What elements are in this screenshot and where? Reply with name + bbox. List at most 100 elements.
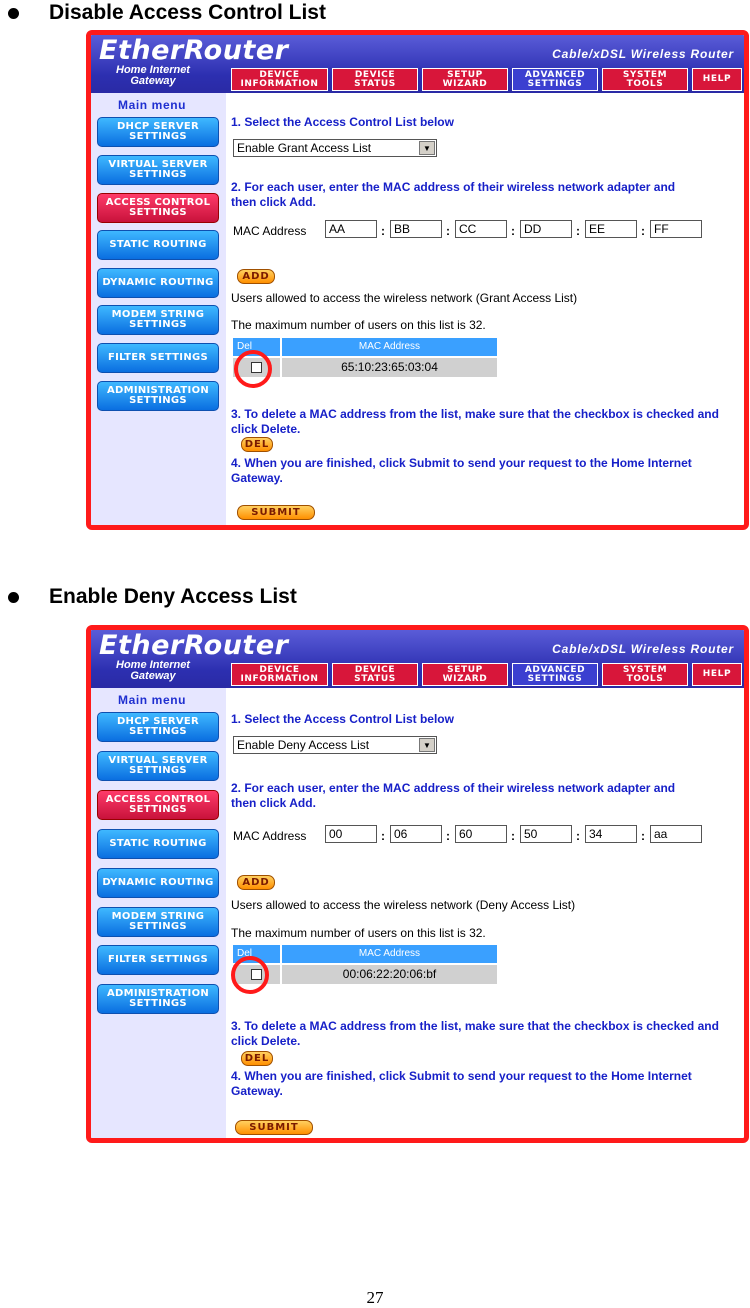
- sidebar-item-static-routing[interactable]: STATIC ROUTING: [97, 829, 219, 859]
- delete-button[interactable]: DEL: [241, 437, 273, 452]
- mac-field-5[interactable]: EE: [585, 220, 637, 238]
- sidebar-item-virtual-server[interactable]: VIRTUAL SERVER SETTINGS: [97, 751, 219, 781]
- step-4-text: 4. When you are finished, click Submit t…: [231, 456, 692, 485]
- sidebar-item-dynamic-routing[interactable]: DYNAMIC ROUTING: [97, 268, 219, 298]
- brand-logo: EtherRouter: [99, 630, 289, 661]
- sidebar-item-filter[interactable]: FILTER SETTINGS: [97, 945, 219, 975]
- sidebar-item-administration[interactable]: ADMINISTRATION SETTINGS: [97, 984, 219, 1014]
- mac-table: Del MAC Address 00:06:22:20:06:bf: [233, 945, 497, 984]
- sidebar-item-administration[interactable]: ADMINISTRATION SETTINGS: [97, 381, 219, 411]
- sidebar-item-access-control[interactable]: ACCESS CONTROL SETTINGS: [97, 790, 219, 820]
- access-list-select[interactable]: Enable Deny Access List ▼: [233, 736, 437, 754]
- chevron-down-icon[interactable]: ▼: [419, 141, 435, 155]
- mac-separator: :: [576, 829, 580, 843]
- nav-device-information[interactable]: DEVICE INFORMATION: [231, 663, 328, 686]
- content-area: 1. Select the Access Control List below …: [231, 688, 744, 1138]
- page-number: 27: [366, 1288, 384, 1307]
- nav-help[interactable]: HELP: [692, 663, 742, 686]
- select-value: Enable Deny Access List: [237, 738, 370, 752]
- mac-field-3[interactable]: CC: [455, 220, 507, 238]
- sidebar-item-modem-string[interactable]: MODEM STRING SETTINGS: [97, 907, 219, 937]
- step-2-text: 2. For each user, enter the MAC address …: [231, 180, 676, 209]
- brand-subtitle: Home Internet Gateway: [116, 64, 190, 87]
- router-screenshot: EtherRouter Home Internet Gateway Cable/…: [86, 625, 749, 1143]
- table-header-mac: MAC Address: [282, 338, 497, 356]
- router-banner: EtherRouter Home Internet Gateway Cable/…: [91, 35, 744, 93]
- sidebar-item-static-routing[interactable]: STATIC ROUTING: [97, 230, 219, 260]
- bullet-icon: [8, 7, 19, 19]
- mac-address-label: MAC Address: [233, 224, 307, 238]
- add-button[interactable]: ADD: [237, 875, 275, 890]
- step-1-text: 1. Select the Access Control List below: [231, 115, 454, 129]
- mac-separator: :: [446, 224, 450, 238]
- nav-system-tools[interactable]: SYSTEM TOOLS: [602, 663, 688, 686]
- nav-system-tools[interactable]: SYSTEM TOOLS: [602, 68, 688, 91]
- delete-button[interactable]: DEL: [241, 1051, 273, 1066]
- chevron-down-icon[interactable]: ▼: [419, 738, 435, 752]
- mac-field-6[interactable]: aa: [650, 825, 702, 843]
- mac-field-6[interactable]: FF: [650, 220, 702, 238]
- mac-field-3[interactable]: 60: [455, 825, 507, 843]
- sidebar-item-modem-string[interactable]: MODEM STRING SETTINGS: [97, 305, 219, 335]
- section-heading-text: Disable Access Control List: [49, 1, 326, 24]
- nav-device-status[interactable]: DEVICE STATUS: [332, 68, 418, 91]
- nav-advanced-settings[interactable]: ADVANCED SETTINGS: [512, 68, 598, 91]
- nav-advanced-settings[interactable]: ADVANCED SETTINGS: [512, 663, 598, 686]
- section-heading: Disable Access Control List: [8, 0, 326, 26]
- router-banner: EtherRouter Home Internet Gateway Cable/…: [91, 630, 744, 688]
- router-title: Cable/xDSL Wireless Router: [552, 642, 734, 656]
- users-allowed-text: Users allowed to access the wireless net…: [231, 291, 578, 305]
- mac-field-1[interactable]: AA: [325, 220, 377, 238]
- submit-button[interactable]: SUBMIT: [237, 505, 315, 520]
- sidebar-item-dynamic-routing[interactable]: DYNAMIC ROUTING: [97, 868, 219, 898]
- sidebar-item-dhcp[interactable]: DHCP SERVER SETTINGS: [97, 117, 219, 147]
- step-3-text: 3. To delete a MAC address from the list…: [231, 407, 719, 436]
- mac-field-1[interactable]: 00: [325, 825, 377, 843]
- section-heading: Enable Deny Access List: [8, 584, 297, 610]
- brand-logo: EtherRouter: [99, 35, 289, 66]
- main-menu-title: Main menu: [118, 693, 187, 707]
- content-area: 1. Select the Access Control List below …: [231, 93, 744, 525]
- nav-device-information[interactable]: DEVICE INFORMATION: [231, 68, 328, 91]
- step-3-text: 3. To delete a MAC address from the list…: [231, 1019, 719, 1048]
- highlight-circle: [234, 350, 272, 388]
- submit-button[interactable]: SUBMIT: [235, 1120, 313, 1135]
- sidebar: Main menu DHCP SERVER SETTINGS VIRTUAL S…: [91, 688, 226, 1138]
- access-list-select[interactable]: Enable Grant Access List ▼: [233, 139, 437, 157]
- step-4-text: 4. When you are finished, click Submit t…: [231, 1069, 692, 1098]
- max-users-text: The maximum number of users on this list…: [231, 926, 486, 940]
- nav-setup-wizard[interactable]: SETUP WIZARD: [422, 68, 508, 91]
- mac-separator: :: [446, 829, 450, 843]
- mac-field-2[interactable]: BB: [390, 220, 442, 238]
- step-2-text: 2. For each user, enter the MAC address …: [231, 781, 676, 810]
- nav-setup-wizard[interactable]: SETUP WIZARD: [422, 663, 508, 686]
- mac-field-2[interactable]: 06: [390, 825, 442, 843]
- mac-separator: :: [576, 224, 580, 238]
- table-cell-mac: 65:10:23:65:03:04: [282, 358, 497, 377]
- section-heading-text: Enable Deny Access List: [49, 585, 297, 608]
- brand-subtitle: Home Internet Gateway: [116, 659, 190, 682]
- mac-separator: :: [641, 224, 645, 238]
- sidebar-item-dhcp[interactable]: DHCP SERVER SETTINGS: [97, 712, 219, 742]
- sidebar-item-virtual-server[interactable]: VIRTUAL SERVER SETTINGS: [97, 155, 219, 185]
- mac-separator: :: [381, 829, 385, 843]
- table-cell-mac: 00:06:22:20:06:bf: [282, 965, 497, 984]
- mac-address-label: MAC Address: [233, 829, 307, 843]
- mac-table: Del MAC Address 65:10:23:65:03:04: [233, 338, 497, 377]
- select-value: Enable Grant Access List: [237, 141, 372, 155]
- mac-separator: :: [511, 829, 515, 843]
- max-users-text: The maximum number of users on this list…: [231, 318, 486, 332]
- mac-separator: :: [641, 829, 645, 843]
- mac-field-5[interactable]: 34: [585, 825, 637, 843]
- mac-field-4[interactable]: 50: [520, 825, 572, 843]
- nav-device-status[interactable]: DEVICE STATUS: [332, 663, 418, 686]
- sidebar: Main menu DHCP SERVER SETTINGS VIRTUAL S…: [91, 93, 226, 525]
- mac-field-4[interactable]: DD: [520, 220, 572, 238]
- step-1-text: 1. Select the Access Control List below: [231, 712, 454, 726]
- nav-help[interactable]: HELP: [692, 68, 742, 91]
- sidebar-item-access-control[interactable]: ACCESS CONTROL SETTINGS: [97, 193, 219, 223]
- table-header-mac: MAC Address: [282, 945, 497, 963]
- users-allowed-text: Users allowed to access the wireless net…: [231, 898, 576, 912]
- sidebar-item-filter[interactable]: FILTER SETTINGS: [97, 343, 219, 373]
- add-button[interactable]: ADD: [237, 269, 275, 284]
